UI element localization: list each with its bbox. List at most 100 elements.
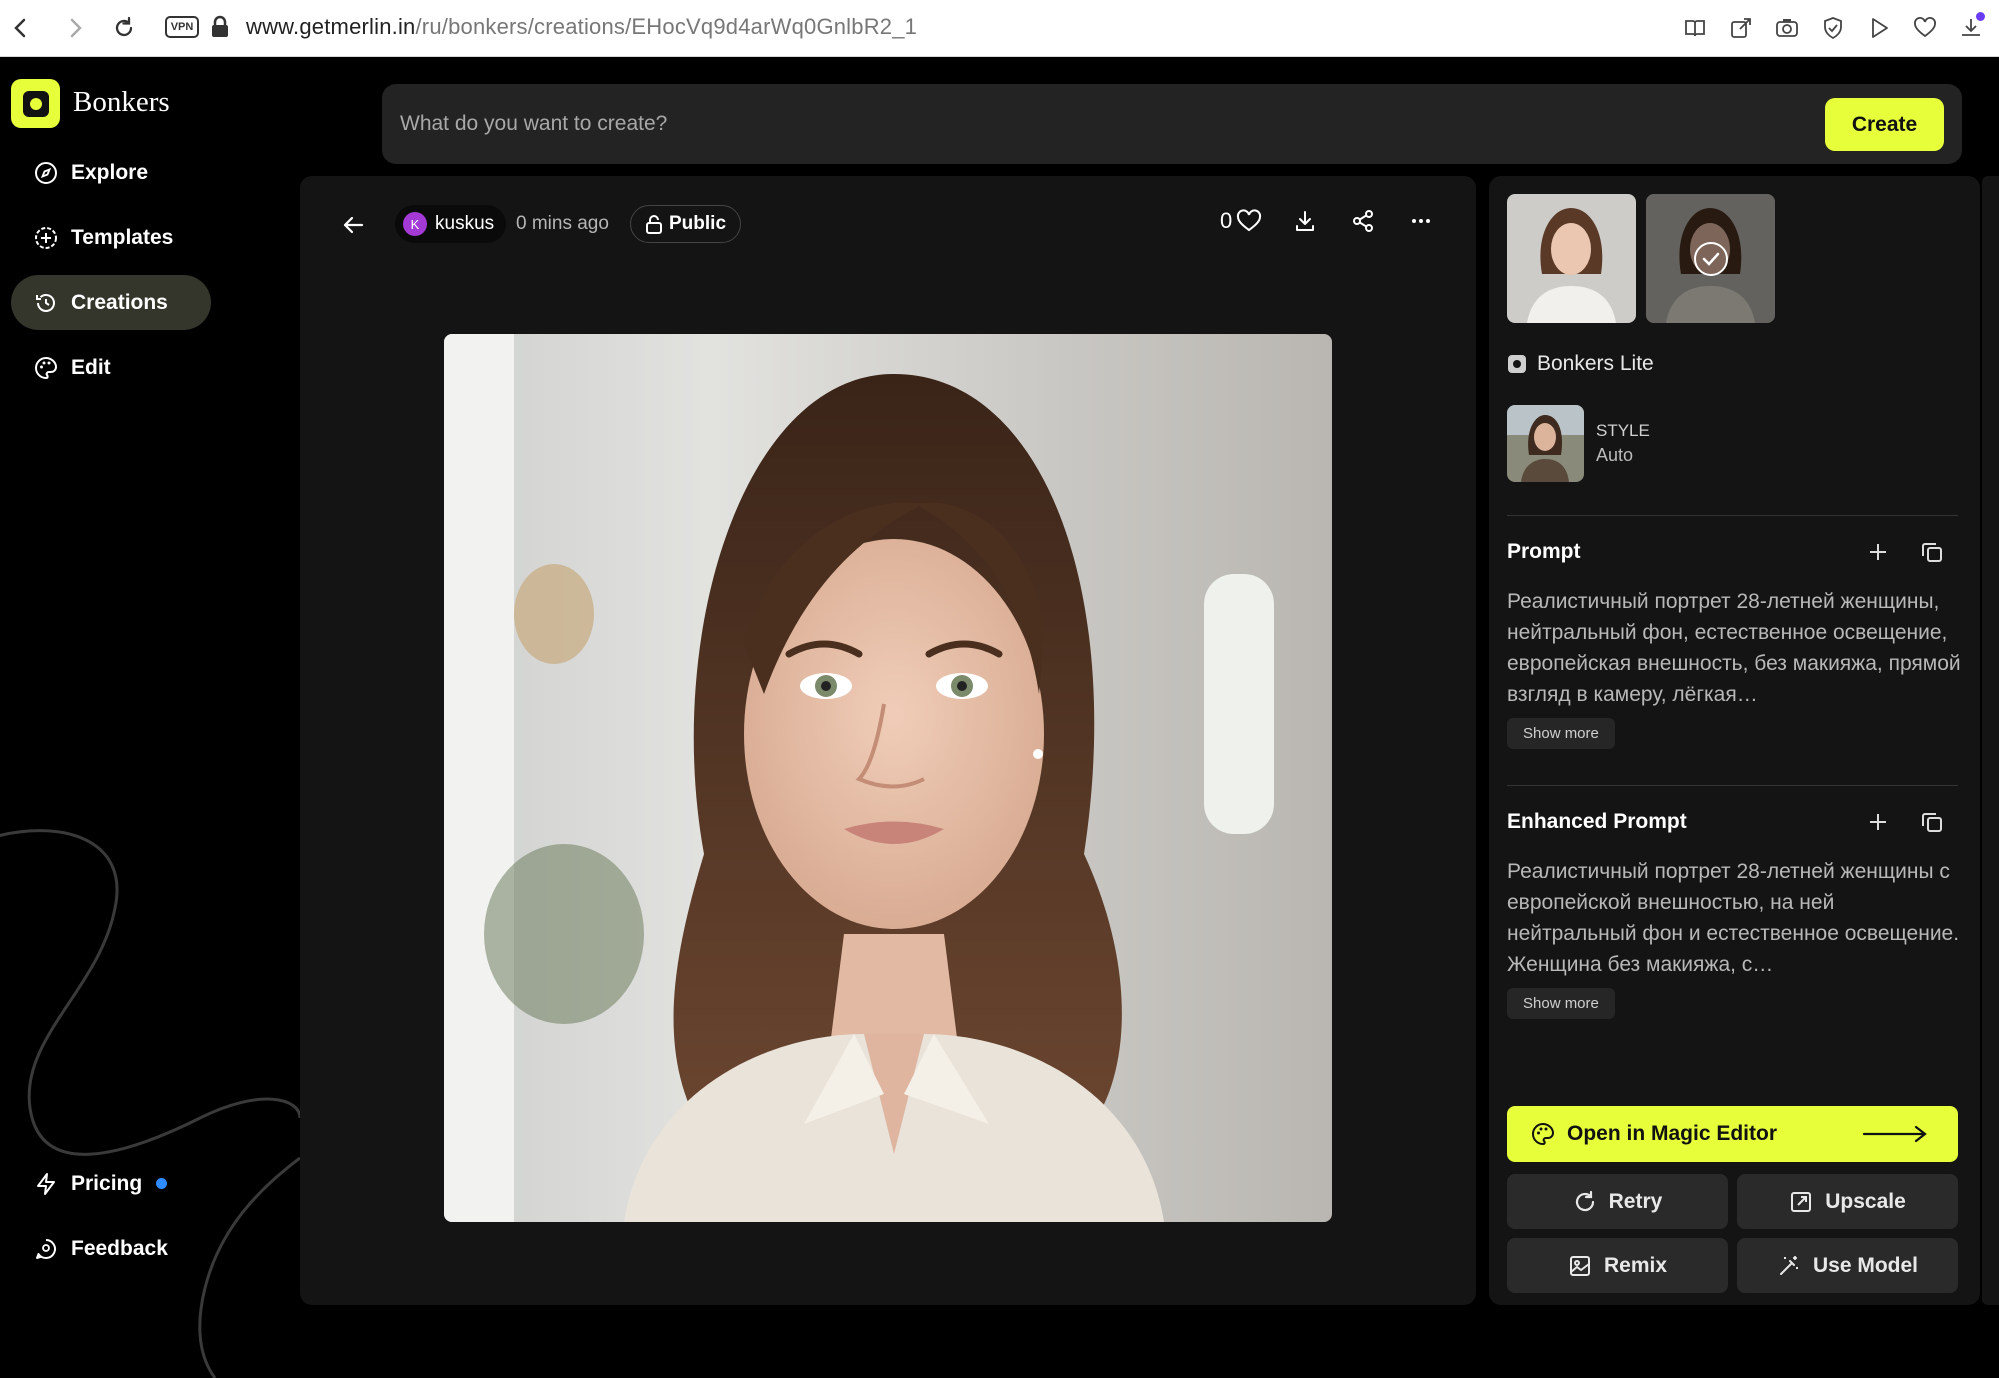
screenshot-icon[interactable]: [1771, 12, 1803, 44]
chevron-left-icon: [14, 18, 26, 38]
arrow-right-icon: [1862, 1125, 1927, 1143]
browser-reload-button[interactable]: [110, 14, 138, 42]
generated-image[interactable]: [444, 334, 1332, 1222]
vpn-badge[interactable]: VPN: [165, 16, 199, 38]
lock-icon: [210, 15, 230, 44]
sidebar-bottom: Pricing Feedback: [11, 1156, 211, 1286]
add-prompt-button[interactable]: [1864, 538, 1892, 566]
model-info: Bonkers Lite: [1507, 352, 1654, 376]
variant-thumbnail[interactable]: [1507, 194, 1636, 323]
prompt-text: Реалистичный портрет 28-летней женщины, …: [1507, 590, 1961, 706]
magic-editor-label: Open in Magic Editor: [1567, 1122, 1778, 1145]
plus-circle-icon: [33, 225, 59, 251]
reload-icon: [115, 16, 133, 37]
share-page-icon[interactable]: [1725, 12, 1757, 44]
enhanced-show-more-button[interactable]: Show more: [1507, 988, 1615, 1019]
unlock-icon: [646, 215, 662, 234]
panel-edge: [1982, 176, 1999, 1305]
copy-icon: [1922, 813, 1942, 832]
author-chip[interactable]: K kuskus: [395, 205, 507, 243]
pricing-badge-dot: [156, 1178, 168, 1189]
bonkers-logo[interactable]: [11, 79, 60, 128]
sidebar-item-label: Templates: [71, 225, 174, 249]
copy-icon: [1922, 543, 1942, 562]
style-value: Auto: [1596, 445, 1634, 465]
style-info: STYLE Auto: [1507, 405, 1650, 482]
notification-dot: [1976, 12, 1985, 21]
compass-icon: [33, 160, 59, 186]
browser-toolbar: VPN www.getmerlin.in/ru/bonkers/creation…: [0, 0, 1999, 57]
share-button[interactable]: [1348, 206, 1378, 236]
share-icon: [1353, 210, 1374, 232]
address-bar[interactable]: www.getmerlin.in/ru/bonkers/creations/EH…: [246, 14, 917, 40]
copy-prompt-button[interactable]: [1918, 538, 1946, 566]
more-options-button[interactable]: [1406, 206, 1436, 236]
visibility-toggle[interactable]: Public: [630, 205, 742, 243]
plus-icon: [1870, 814, 1886, 830]
reader-view-icon[interactable]: [1679, 12, 1711, 44]
style-label: STYLE: [1596, 421, 1650, 440]
visibility-label: Public: [669, 213, 727, 234]
variant-thumbnails: [1507, 194, 1775, 323]
enhanced-prompt-text: Реалистичный портрет 28-летней женщины с…: [1507, 860, 1960, 976]
bolt-icon: [33, 1171, 59, 1197]
model-name: Bonkers Lite: [1537, 352, 1654, 375]
prompt-input[interactable]: [400, 104, 1700, 144]
browser-forward-button[interactable]: [62, 14, 90, 42]
author-name: kuskus: [435, 213, 495, 234]
sidebar-item-label: Pricing: [71, 1171, 143, 1195]
sidebar-item-label: Creations: [71, 290, 168, 314]
divider: [1507, 515, 1958, 516]
create-button[interactable]: Create: [1825, 98, 1944, 151]
creation-viewer: K kuskus 0 mins ago Public 0: [300, 176, 1476, 1305]
sidebar-item-label: Explore: [71, 160, 149, 184]
downloads-icon[interactable]: [1955, 12, 1987, 44]
remix-button[interactable]: Remix: [1507, 1238, 1728, 1293]
retry-button[interactable]: Retry: [1507, 1174, 1728, 1229]
wand-icon: [1779, 1255, 1798, 1275]
style-thumbnail: [1507, 405, 1584, 482]
variant-thumbnail-selected[interactable]: [1646, 194, 1775, 323]
use-model-label: Use Model: [1812, 1253, 1919, 1277]
palette-icon: [33, 355, 59, 381]
browser-back-button[interactable]: [6, 14, 34, 42]
open-magic-editor-button[interactable]: Open in Magic Editor: [1507, 1106, 1958, 1162]
back-button[interactable]: [338, 210, 368, 240]
like-button[interactable]: 0: [1220, 208, 1262, 234]
play-icon[interactable]: [1863, 12, 1895, 44]
add-enhanced-prompt-button[interactable]: [1864, 808, 1892, 836]
sidebar-nav: Explore Templates Creations Edit: [11, 145, 211, 405]
upscale-button[interactable]: Upscale: [1737, 1174, 1958, 1229]
use-model-button[interactable]: Use Model: [1737, 1238, 1958, 1293]
sidebar-item-edit[interactable]: Edit: [11, 340, 211, 395]
prompt-show-more-button[interactable]: Show more: [1507, 718, 1615, 749]
creation-actions: 0: [1220, 206, 1436, 236]
remix-label: Remix: [1603, 1253, 1668, 1277]
favorite-heart-icon[interactable]: [1909, 12, 1941, 44]
sidebar-item-creations[interactable]: Creations: [11, 275, 211, 330]
history-icon: [33, 290, 59, 316]
bonkers-model-icon: [1508, 355, 1526, 373]
sidebar-item-pricing[interactable]: Pricing: [11, 1156, 211, 1211]
details-panel: Bonkers Lite STYLE Auto Prompt Реалистич…: [1489, 176, 1980, 1305]
prompt-search-bar: Create: [382, 84, 1962, 164]
copy-enhanced-prompt-button[interactable]: [1918, 808, 1946, 836]
sidebar-item-label: Edit: [71, 355, 111, 379]
download-icon: [1296, 211, 1315, 231]
prompt-title: Prompt: [1507, 540, 1581, 563]
retry-label: Retry: [1608, 1189, 1663, 1213]
upscale-label: Upscale: [1825, 1189, 1906, 1213]
brand-name: Bonkers: [73, 86, 170, 118]
upscale-icon: [1791, 1191, 1812, 1212]
like-count: 0: [1220, 208, 1233, 233]
shield-icon[interactable]: [1817, 12, 1849, 44]
enhanced-prompt-title: Enhanced Prompt: [1507, 810, 1687, 833]
sidebar-item-feedback[interactable]: Feedback: [11, 1221, 211, 1276]
divider: [1507, 785, 1958, 786]
avatar: K: [403, 212, 427, 236]
chat-icon: [33, 1236, 59, 1262]
sidebar-item-explore[interactable]: Explore: [11, 145, 211, 200]
url-path: /ru/bonkers/creations/EHocVq9d4arWq0Gnlb…: [415, 14, 918, 39]
sidebar-item-templates[interactable]: Templates: [11, 210, 211, 265]
download-button[interactable]: [1290, 206, 1320, 236]
